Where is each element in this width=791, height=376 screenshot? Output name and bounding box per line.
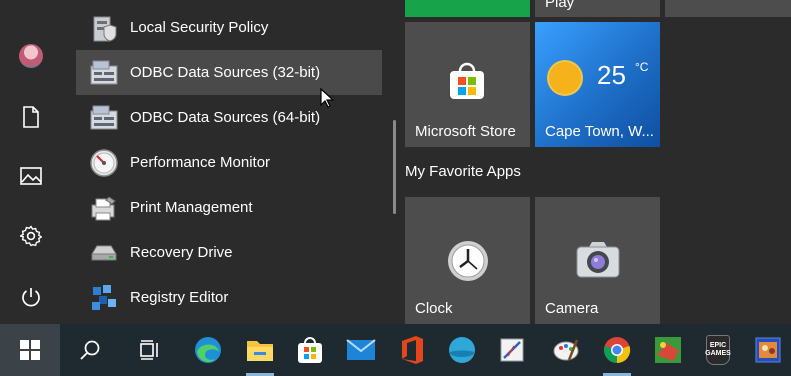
taskbar-app-game-2[interactable] bbox=[744, 324, 791, 376]
taskbar-app-chrome[interactable] bbox=[593, 324, 641, 376]
chrome-icon bbox=[603, 337, 631, 364]
microsoft-store-icon bbox=[450, 62, 484, 99]
app-label: Print Management bbox=[130, 199, 253, 216]
power-icon bbox=[22, 288, 40, 307]
game-icon bbox=[755, 337, 780, 363]
taskbar-app[interactable] bbox=[438, 324, 486, 376]
tile-label: Microsoft Store bbox=[415, 123, 516, 140]
tile-group-title: My Favorite Apps bbox=[405, 163, 521, 180]
taskbar-app-game[interactable] bbox=[644, 324, 692, 376]
taskbar-app-epic-games[interactable]: EPIC GAMES bbox=[694, 324, 742, 376]
clock-icon bbox=[448, 241, 488, 281]
taskbar: EPIC GAMES bbox=[0, 324, 791, 376]
performance-monitor-icon bbox=[88, 147, 120, 179]
app-list-item[interactable]: Registry Editor bbox=[76, 275, 382, 320]
app-list: Local Security Policy ODBC Data Sources … bbox=[76, 0, 382, 324]
tile-label: Play bbox=[545, 0, 575, 11]
weather-location: Cape Town, W... bbox=[545, 123, 654, 140]
app-list-item[interactable]: Performance Monitor bbox=[76, 140, 382, 185]
game-icon bbox=[655, 337, 681, 363]
camera-tile[interactable]: Camera bbox=[535, 197, 660, 324]
print-management-icon bbox=[88, 192, 120, 224]
app-label: Performance Monitor bbox=[130, 154, 271, 171]
app-label: ODBC Data Sources (64-bit) bbox=[130, 109, 321, 126]
file-explorer-icon bbox=[247, 341, 273, 361]
start-rail bbox=[0, 0, 62, 324]
partial-tile[interactable] bbox=[665, 0, 791, 17]
task-view-icon bbox=[140, 340, 158, 360]
user-account-button[interactable] bbox=[0, 31, 62, 81]
taskbar-app-paint[interactable] bbox=[542, 324, 590, 376]
epic-games-icon: EPIC GAMES bbox=[705, 335, 731, 365]
clock-tile[interactable]: Clock bbox=[405, 197, 530, 324]
search-button[interactable] bbox=[66, 324, 114, 376]
start-button[interactable] bbox=[0, 324, 60, 376]
weather-unit: °C bbox=[635, 60, 649, 74]
pictures-button[interactable] bbox=[0, 151, 62, 201]
app-icon bbox=[449, 337, 475, 363]
start-menu: Local Security Policy ODBC Data Sources … bbox=[0, 0, 791, 324]
microsoft-store-icon bbox=[298, 337, 322, 363]
task-view-button[interactable] bbox=[126, 324, 174, 376]
power-button[interactable] bbox=[0, 272, 62, 322]
app-label: Local Security Policy bbox=[130, 19, 269, 36]
registry-editor-icon bbox=[88, 282, 120, 314]
mouse-cursor-icon bbox=[320, 88, 334, 108]
tile-label: Camera bbox=[545, 300, 599, 317]
paint-icon bbox=[553, 339, 579, 361]
app-list-item[interactable]: Recovery Drive bbox=[76, 230, 382, 275]
app-list-item[interactable]: Print Management bbox=[76, 185, 382, 230]
taskbar-app-mail[interactable] bbox=[337, 324, 385, 376]
local-security-policy-icon bbox=[88, 12, 120, 44]
taskbar-app-store[interactable] bbox=[286, 324, 334, 376]
taskbar-app-edge[interactable] bbox=[184, 324, 232, 376]
tile-label: Clock bbox=[415, 300, 453, 317]
app-label: Registry Editor bbox=[130, 289, 229, 306]
green-tile[interactable] bbox=[405, 0, 530, 17]
taskbar-app-office[interactable] bbox=[388, 324, 436, 376]
taskbar-app-file-explorer[interactable] bbox=[236, 324, 284, 376]
play-tile[interactable]: Play bbox=[535, 0, 660, 17]
recovery-drive-icon bbox=[88, 237, 120, 269]
office-icon bbox=[402, 336, 423, 364]
microsoft-store-tile[interactable]: Microsoft Store bbox=[405, 22, 530, 147]
weather-tile[interactable]: 25 °C Cape Town, W... bbox=[535, 22, 660, 147]
user-avatar bbox=[19, 44, 43, 68]
documents-button[interactable] bbox=[0, 92, 62, 142]
taskbar-app-snipping[interactable] bbox=[488, 324, 536, 376]
mail-icon bbox=[346, 339, 376, 360]
weather-temperature: 25 bbox=[597, 60, 626, 90]
camera-icon bbox=[576, 242, 620, 278]
documents-icon bbox=[23, 106, 39, 128]
pictures-icon bbox=[20, 167, 42, 185]
snipping-tool-icon bbox=[500, 338, 524, 362]
edge-icon bbox=[195, 337, 221, 363]
odbc-icon bbox=[88, 102, 120, 134]
app-list-scrollbar[interactable] bbox=[393, 120, 396, 214]
settings-button[interactable] bbox=[0, 211, 62, 261]
app-label: ODBC Data Sources (32-bit) bbox=[130, 64, 321, 81]
sun-icon bbox=[549, 62, 581, 94]
app-label: Recovery Drive bbox=[130, 244, 233, 261]
windows-start-icon bbox=[20, 340, 40, 360]
search-icon bbox=[80, 340, 100, 360]
settings-icon bbox=[20, 225, 42, 247]
app-list-item[interactable]: ODBC Data Sources (64-bit) bbox=[76, 95, 382, 140]
odbc-icon bbox=[88, 57, 120, 89]
app-list-item[interactable]: Local Security Policy bbox=[76, 5, 382, 50]
app-list-item-hovered[interactable]: ODBC Data Sources (32-bit) bbox=[76, 50, 382, 95]
